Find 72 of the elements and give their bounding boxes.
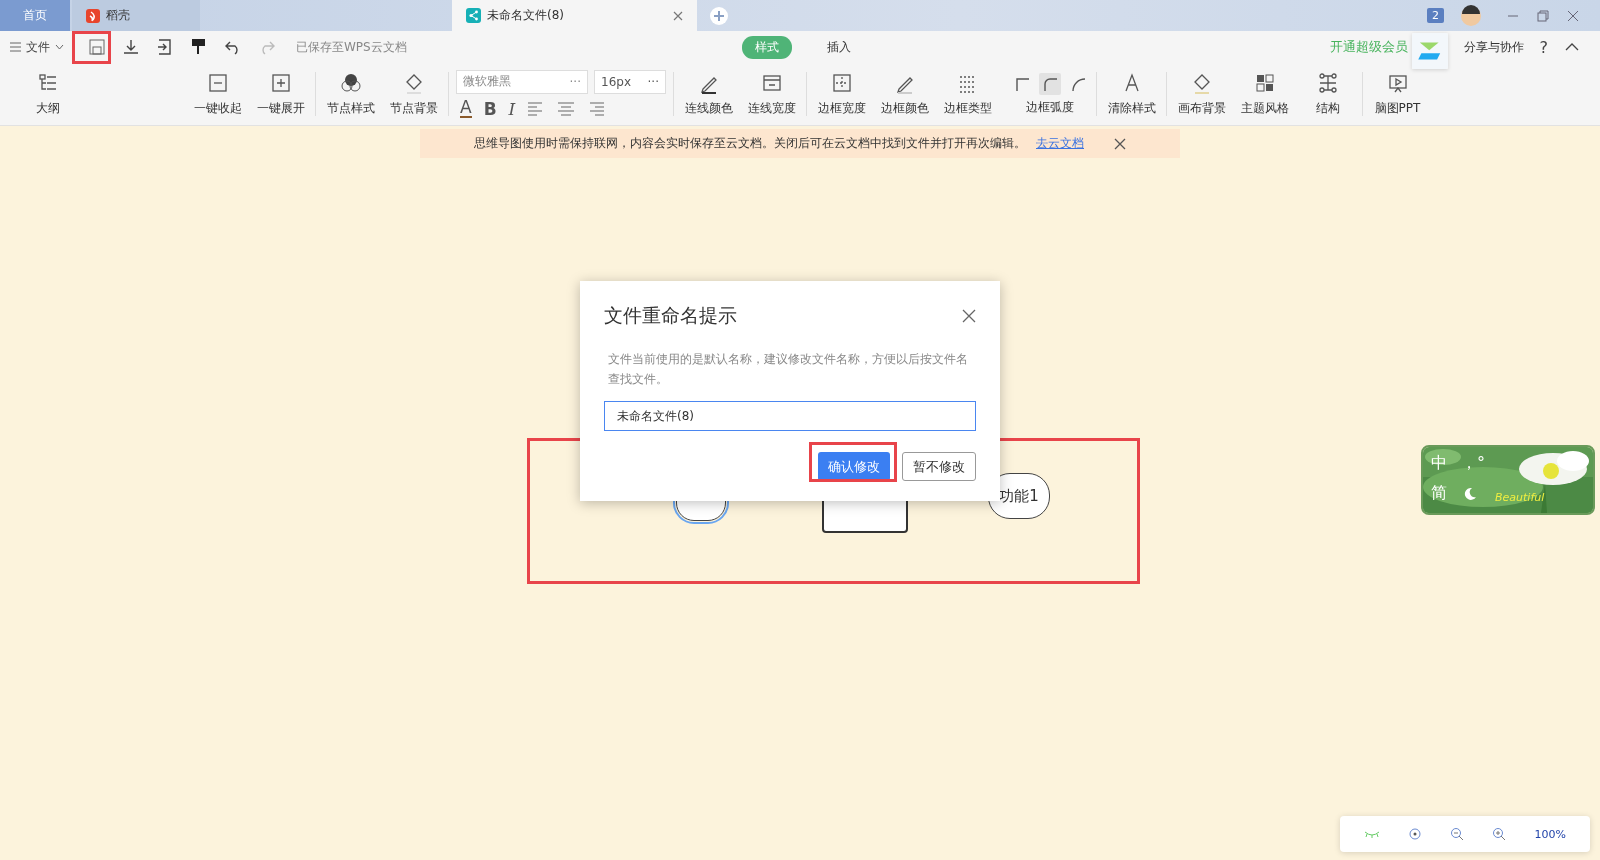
mindmap-icon — [466, 8, 481, 23]
cloud-docs-link[interactable]: 去云文档 — [1036, 135, 1084, 152]
dialog-title: 文件重命名提示 — [604, 303, 737, 328]
toolbar-button[interactable]: 结构 — [1300, 71, 1355, 117]
logo-icon[interactable] — [1411, 33, 1448, 69]
toolbar-button[interactable]: 节点样式 — [323, 71, 378, 117]
tab[interactable]: 未命名文件(8) — [452, 0, 697, 31]
export-icon[interactable] — [156, 38, 174, 56]
filename-field[interactable]: 未命名文件(8) — [604, 401, 976, 431]
format-button[interactable]: B — [483, 98, 497, 119]
help-button[interactable]: ? — [1539, 37, 1548, 57]
font-select[interactable]: 微软雅黑 ··· — [456, 69, 588, 94]
toolbar-button[interactable]: 连线宽度 — [744, 71, 799, 117]
format-button[interactable]: A — [460, 99, 472, 118]
format-painter-icon[interactable] — [190, 38, 208, 56]
structure-icon — [1316, 71, 1339, 94]
toolbar-button[interactable]: 边框类型 — [940, 71, 995, 117]
format-button[interactable]: I — [508, 98, 516, 119]
expand-icon — [269, 71, 292, 94]
add-tab-icon[interactable] — [709, 5, 729, 26]
zoom-level[interactable]: 100% — [1534, 827, 1566, 841]
toolbar-button[interactable]: 边框宽度 — [814, 71, 869, 117]
zoom-out-icon[interactable] — [1450, 827, 1465, 841]
align-icon[interactable] — [587, 100, 606, 117]
close-icon[interactable] — [1114, 137, 1126, 150]
toolbar-button[interactable]: 主题风格 — [1237, 71, 1292, 117]
size-select[interactable]: 16px ··· — [594, 69, 666, 94]
menu-icon — [10, 42, 21, 52]
toolbar-button[interactable]: 画布背景 — [1174, 71, 1229, 117]
locate-icon[interactable] — [1408, 827, 1423, 841]
avatar-icon[interactable] — [1460, 4, 1482, 27]
notice-text: 思维导图使用时需保持联网，内容会实时保存至云文档。关闭后可在云文档中找到文件并打开再次编辑。 — [474, 135, 1026, 152]
collapse-icon — [206, 71, 229, 94]
eye-icon[interactable] — [1364, 829, 1381, 839]
corner-icon — [1043, 76, 1057, 91]
align-icon[interactable] — [557, 100, 576, 117]
share-button[interactable]: 分享与协作 — [1463, 38, 1524, 56]
cancel-button[interactable]: 暂不修改 — [902, 452, 976, 481]
highlight-frame — [72, 31, 111, 64]
moon-icon[interactable] — [1463, 487, 1477, 501]
tab[interactable]: 稻壳 — [72, 0, 200, 31]
circles-icon — [339, 71, 362, 94]
mode-tab[interactable]: 插入 — [814, 35, 864, 59]
grid-icon — [1253, 71, 1276, 94]
close-icon[interactable] — [962, 309, 976, 323]
toolbar-button[interactable]: 一键收起 — [190, 71, 245, 117]
toolbar-button[interactable]: 一键展开 — [253, 71, 308, 117]
toolbar-button[interactable]: 节点背景 — [386, 71, 441, 117]
notification-badge[interactable]: 2 — [1427, 8, 1444, 23]
toolbar-button[interactable]: 边框颜色 — [877, 71, 932, 117]
border-icon — [830, 71, 853, 94]
ime-caption: Beautiful — [1495, 491, 1545, 504]
zoom-in-icon[interactable] — [1492, 827, 1507, 841]
caret-icon — [55, 44, 64, 50]
dialog-message: 文件当前使用的是默认名称，建议修改文件名称，方便以后按文件名查找文件。 — [608, 351, 969, 388]
save-icon[interactable] — [88, 38, 106, 56]
close-icon[interactable] — [1567, 9, 1579, 22]
toolbar-button[interactable]: 脑图PPT — [1370, 71, 1425, 117]
toolbar-button[interactable]: 清除样式 — [1104, 71, 1159, 117]
file-menu[interactable]: 文件 — [10, 38, 64, 56]
corner-icon — [1015, 76, 1029, 91]
corner-icon — [1071, 76, 1085, 91]
toolbar-button[interactable]: 连线颜色 — [681, 71, 736, 117]
toolbar-button[interactable]: 大纲 — [20, 71, 75, 117]
corner-option[interactable] — [1039, 72, 1061, 95]
close-icon[interactable] — [673, 10, 683, 21]
download-icon[interactable] — [122, 38, 140, 56]
confirm-button[interactable]: 确认修改 — [818, 452, 890, 481]
restore-icon[interactable] — [1537, 9, 1549, 22]
toolbar-label: 边框弧度 — [1026, 98, 1074, 116]
save-status: 已保存至WPS云文档 — [296, 38, 407, 56]
flame-icon — [86, 8, 100, 23]
